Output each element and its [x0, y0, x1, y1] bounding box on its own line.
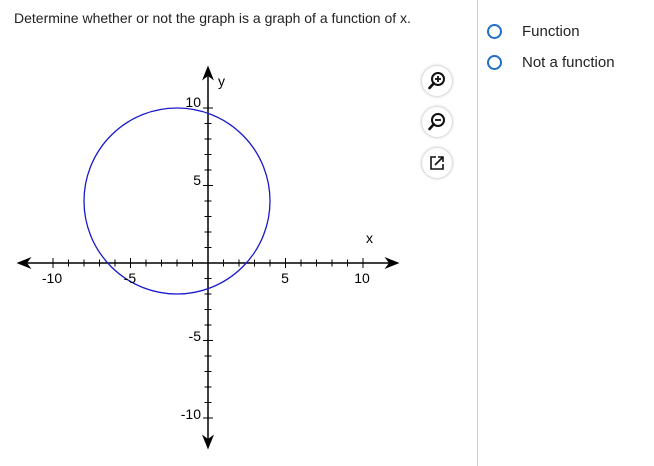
open-new-window-button[interactable] — [422, 148, 452, 178]
y-tick-label-10: 10 — [185, 94, 201, 110]
radio-not-a-function[interactable] — [487, 54, 502, 70]
y-tick-label-5: 5 — [193, 172, 201, 188]
x-tick-label-10: 10 — [354, 270, 370, 286]
y-tick-label-neg5: -5 — [189, 328, 202, 344]
answer-options: Function Not a function — [487, 20, 615, 82]
option-function-label: Function — [522, 22, 580, 40]
y-tick-label-neg10: -10 — [181, 406, 201, 422]
panel-divider — [477, 0, 478, 466]
option-not-a-function[interactable]: Not a function — [487, 51, 615, 73]
graph: y x -10 -5 5 10 10 5 -5 -10 — [16, 65, 400, 450]
x-axis-label: x — [366, 230, 373, 246]
x-tick-label-neg10: -10 — [42, 270, 62, 286]
open-new-window-icon — [430, 156, 444, 170]
zoom-out-button[interactable] — [422, 107, 452, 137]
zoom-out-icon — [428, 113, 445, 131]
x-tick-label-neg5: -5 — [124, 270, 137, 286]
zoom-in-button[interactable] — [422, 66, 452, 96]
option-not-a-function-label: Not a function — [522, 53, 615, 71]
radio-function[interactable] — [487, 23, 502, 39]
zoom-in-icon — [428, 72, 445, 90]
x-tick-label-5: 5 — [281, 270, 289, 286]
option-function[interactable]: Function — [487, 20, 615, 42]
y-axis-label: y — [218, 73, 225, 89]
